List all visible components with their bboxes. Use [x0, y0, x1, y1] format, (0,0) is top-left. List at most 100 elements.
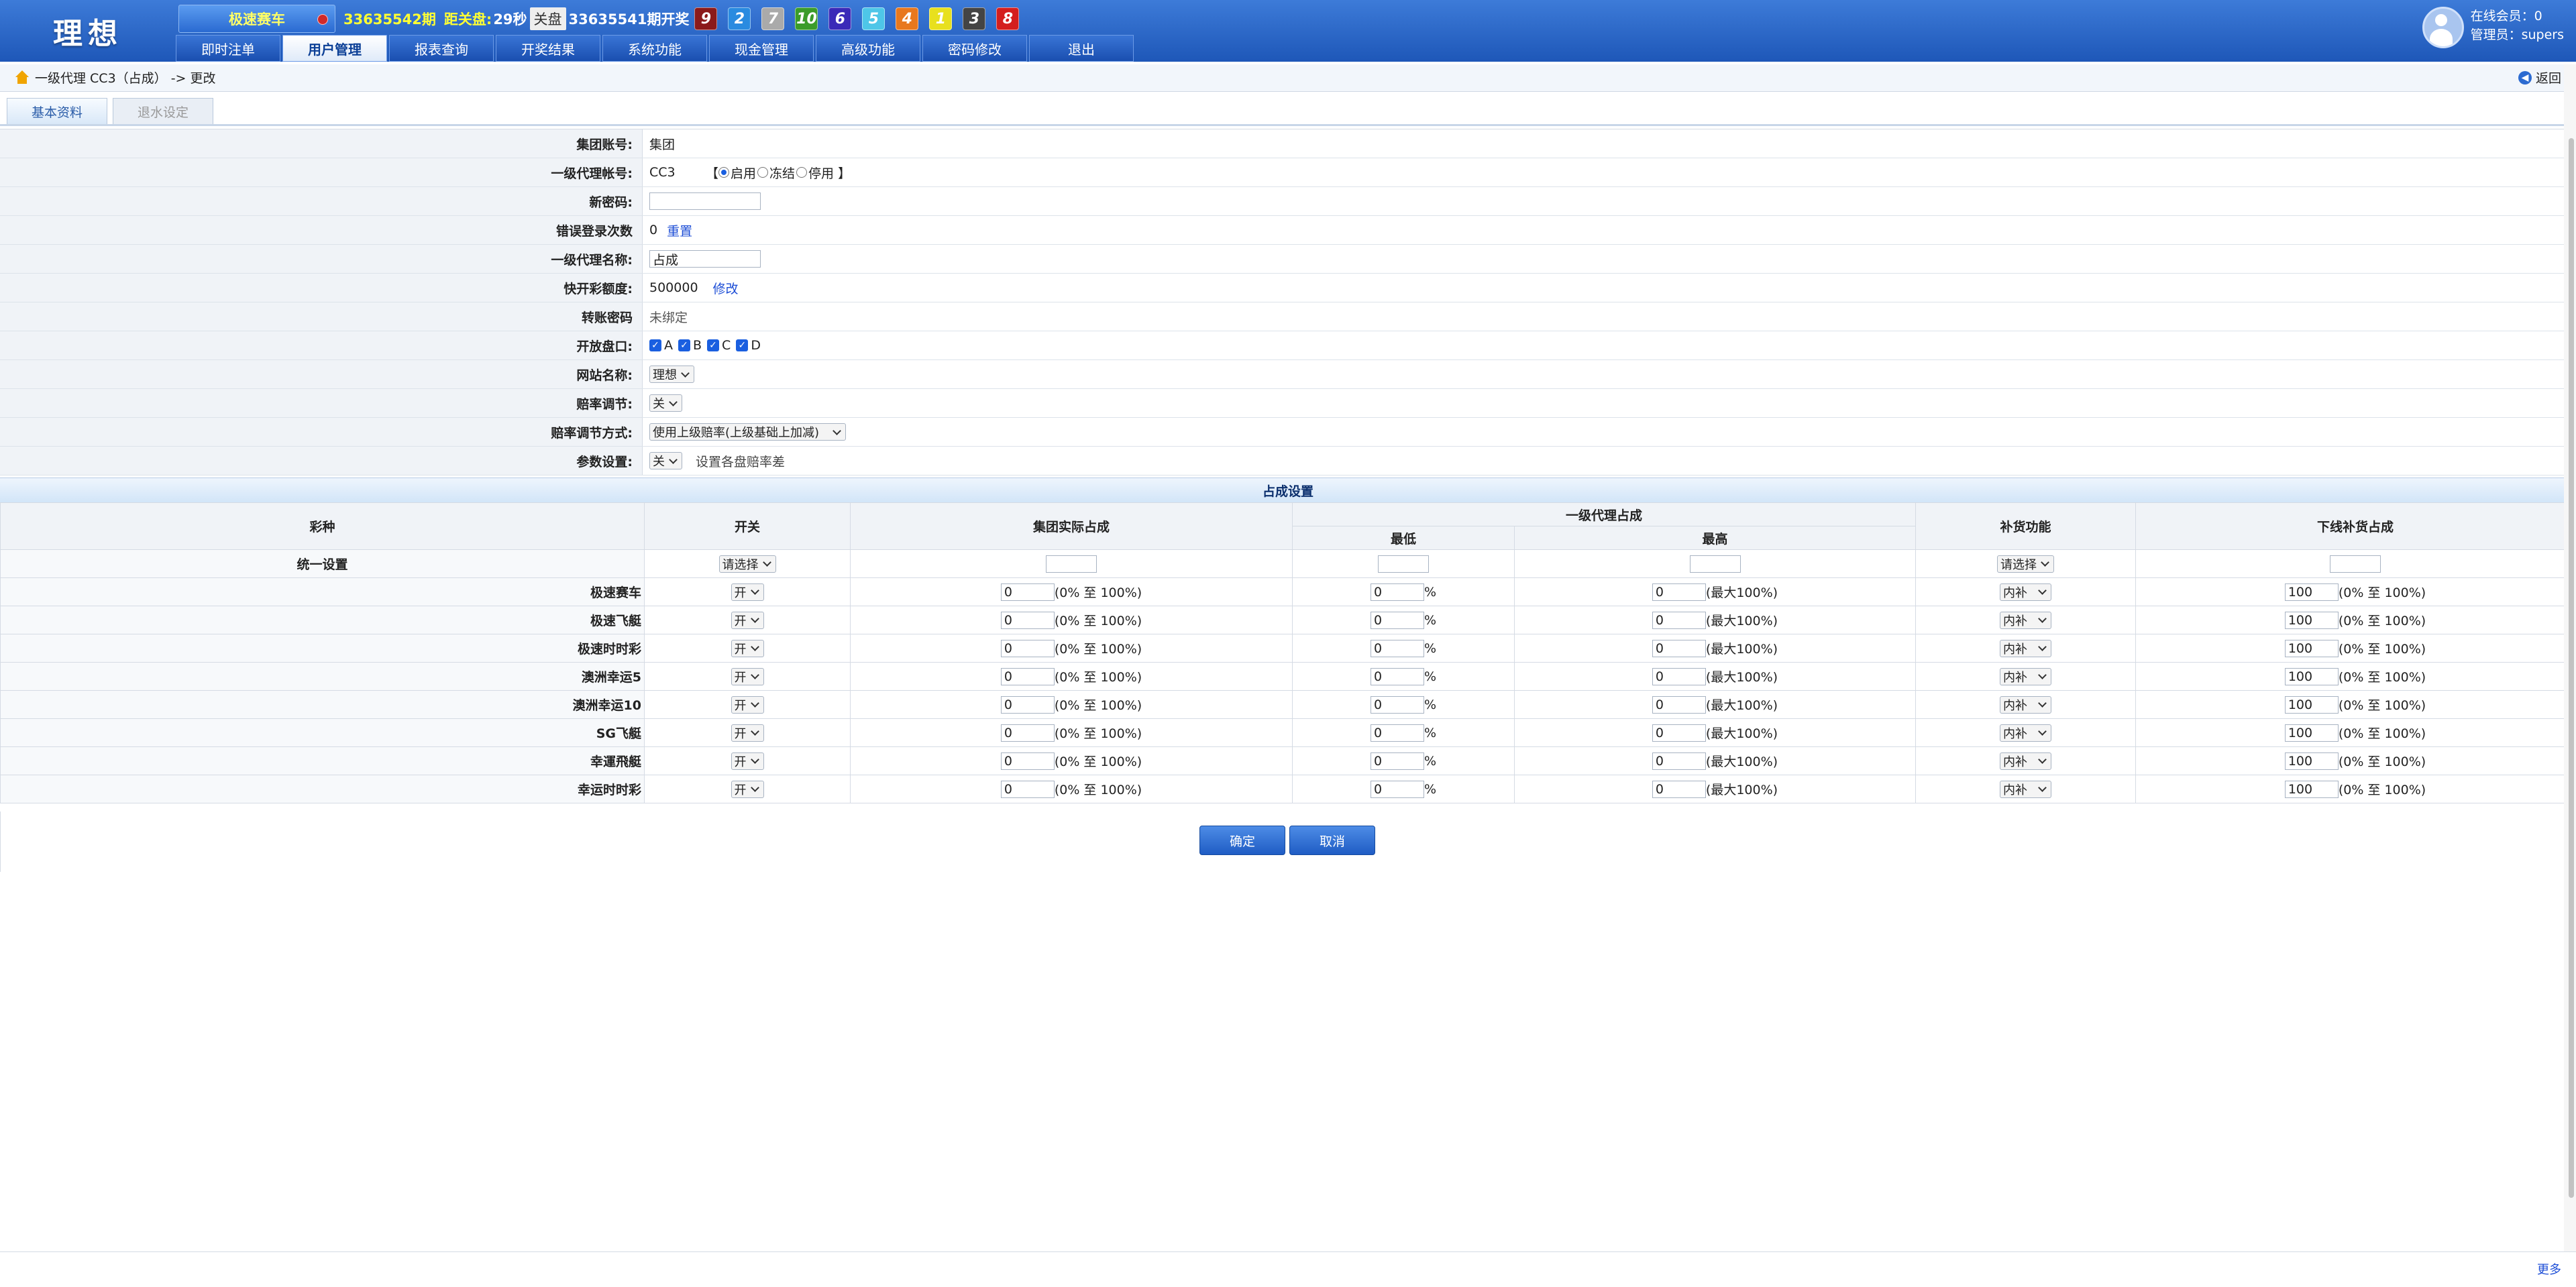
unified-replenish-select[interactable]: 请选择 [1997, 555, 2055, 573]
switch-select[interactable]: 开 [731, 780, 764, 798]
min-share-input[interactable]: 0 [1370, 611, 1424, 629]
unified-down-input[interactable] [2330, 555, 2381, 573]
min-share-input[interactable]: 0 [1370, 639, 1424, 657]
nav-item[interactable]: 用户管理 [282, 35, 387, 62]
switch-select[interactable]: 开 [731, 639, 764, 657]
down-share-input[interactable]: 100 [2284, 780, 2339, 798]
nav-item[interactable]: 报表查询 [389, 35, 494, 62]
odds-mode-select[interactable]: 使用上级赔率(上级基础上加减) [649, 423, 847, 441]
cancel-button[interactable]: 取消 [1289, 826, 1375, 855]
max-share-input[interactable]: 0 [1652, 639, 1706, 657]
site-name-select[interactable]: 理想 [649, 366, 694, 383]
plate-a-checkbox[interactable]: ✓ [649, 339, 661, 351]
max-share-input[interactable]: 0 [1652, 611, 1706, 629]
plate-c-checkbox[interactable]: ✓ [707, 339, 720, 351]
tab-basic-info[interactable]: 基本资料 [7, 98, 107, 124]
max-share-input[interactable]: 0 [1652, 695, 1706, 714]
replenish-select[interactable]: 内补 [2000, 583, 2052, 601]
unified-min-input[interactable] [1378, 555, 1429, 573]
share-section-title: 占成设置 [0, 478, 2576, 503]
max-share-input[interactable]: 0 [1652, 752, 1706, 770]
down-share-input[interactable]: 100 [2284, 639, 2339, 657]
odds-mode-value: 使用上级赔率(上级基础上加减) [653, 426, 820, 440]
min-share-input[interactable]: 0 [1370, 667, 1424, 685]
group-share-input[interactable]: 0 [1000, 611, 1055, 629]
nav-item[interactable]: 密码修改 [922, 35, 1027, 62]
plate-b-checkbox[interactable]: ✓ [678, 339, 690, 351]
modify-link[interactable]: 修改 [713, 279, 739, 297]
group-share-input[interactable]: 0 [1000, 780, 1055, 798]
scrollbar-thumb[interactable] [2569, 138, 2574, 1198]
min-share-input[interactable]: 0 [1370, 724, 1424, 742]
reset-link[interactable]: 重置 [667, 221, 692, 239]
replenish-select[interactable]: 内补 [2000, 667, 2052, 685]
replenish-select[interactable]: 内补 [2000, 611, 2052, 629]
tab-rebate-settings[interactable]: 退水设定 [113, 98, 213, 124]
col-group-share: 集团实际占成 [850, 502, 1293, 550]
group-share-input[interactable]: 0 [1000, 639, 1055, 657]
switch-select[interactable]: 开 [731, 611, 764, 629]
status-enabled-radio[interactable] [718, 167, 730, 178]
replenish-select[interactable]: 内补 [2000, 752, 2052, 770]
max-share-input[interactable]: 0 [1652, 780, 1706, 798]
status-frozen-radio[interactable] [757, 167, 769, 178]
down-share-input[interactable]: 100 [2284, 667, 2339, 685]
status-disabled-radio[interactable] [796, 167, 808, 178]
group-share-input[interactable]: 0 [1000, 695, 1055, 714]
min-share-input[interactable]: 0 [1370, 780, 1424, 798]
switch-select[interactable]: 开 [731, 724, 764, 742]
min-share-input[interactable]: 0 [1370, 695, 1424, 714]
new-password-input[interactable] [649, 192, 761, 210]
group-share-input[interactable]: 0 [1000, 752, 1055, 770]
group-share-input[interactable]: 0 [1000, 724, 1055, 742]
lottery-name: 极速时时彩 [0, 634, 645, 663]
switch-select[interactable]: 开 [731, 667, 764, 685]
lottery-name: SG飞艇 [0, 718, 645, 747]
min-share-input[interactable]: 0 [1370, 583, 1424, 601]
switch-select[interactable]: 开 [731, 752, 764, 770]
down-share-input[interactable]: 100 [2284, 583, 2339, 601]
plate-d-checkbox[interactable]: ✓ [736, 339, 749, 351]
unified-group-input[interactable] [1046, 555, 1097, 573]
nav-item[interactable]: 即时注单 [176, 35, 280, 62]
nav-item[interactable]: 现金管理 [709, 35, 814, 62]
nav-item[interactable]: 开奖结果 [496, 35, 600, 62]
group-share-input[interactable]: 0 [1000, 667, 1055, 685]
down-share-input[interactable]: 100 [2284, 611, 2339, 629]
game-selector[interactable]: 极速赛车 [178, 5, 335, 33]
odds-adjust-label: 赔率调节: [0, 389, 643, 417]
down-share-input[interactable]: 100 [2284, 724, 2339, 742]
switch-select[interactable]: 开 [731, 583, 764, 601]
group-account-label: 集团账号: [0, 129, 643, 158]
replenish-select[interactable]: 内补 [2000, 695, 2052, 714]
chevron-down-icon [2038, 671, 2047, 679]
back-button[interactable]: ◀ 返回 [2518, 68, 2561, 87]
max-share-input[interactable]: 0 [1652, 724, 1706, 742]
replenish-select[interactable]: 内补 [2000, 724, 2052, 742]
odds-adjust-select[interactable]: 关 [649, 394, 682, 412]
max-share-input[interactable]: 0 [1652, 667, 1706, 685]
agent-name-input[interactable]: 占成 [649, 250, 761, 268]
down-share-input[interactable]: 100 [2284, 695, 2339, 714]
down-share-input[interactable]: 100 [2284, 752, 2339, 770]
home-icon[interactable] [15, 70, 30, 85]
nav-item[interactable]: 高级功能 [816, 35, 920, 62]
scrollbar[interactable] [2564, 64, 2576, 1251]
switch-select[interactable]: 开 [731, 695, 764, 714]
chevron-down-icon [2038, 727, 2047, 736]
replenish-value: 内补 [2003, 670, 2028, 685]
replenish-select[interactable]: 内补 [2000, 639, 2052, 657]
max-share-input[interactable]: 0 [1652, 583, 1706, 601]
nav-item[interactable]: 系统功能 [602, 35, 707, 62]
more-link[interactable]: 更多 [2537, 1260, 2561, 1278]
group-share-input[interactable]: 0 [1000, 583, 1055, 601]
confirm-button[interactable]: 确定 [1199, 826, 1285, 855]
agent-account-value: CC3 [649, 165, 676, 180]
replenish-select[interactable]: 内补 [2000, 780, 2052, 798]
unified-switch-select[interactable]: 请选择 [718, 555, 776, 573]
unified-label: 统一设置 [0, 549, 645, 578]
unified-max-input[interactable] [1689, 555, 1741, 573]
param-select[interactable]: 关 [649, 452, 682, 469]
nav-item[interactable]: 退出 [1029, 35, 1134, 62]
min-share-input[interactable]: 0 [1370, 752, 1424, 770]
